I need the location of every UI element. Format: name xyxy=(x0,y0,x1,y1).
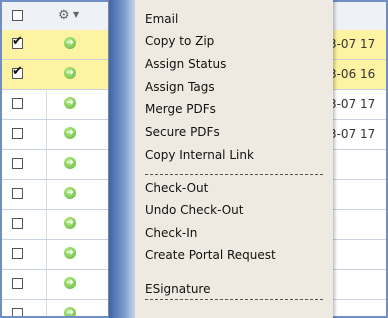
menu-item-secure-pdfs[interactable]: Secure PDFs xyxy=(145,122,325,142)
row-checkbox[interactable] xyxy=(12,98,23,109)
row-checkbox[interactable]: ✔ xyxy=(12,34,23,49)
menu-item-copy-to-zip[interactable]: Copy to Zip xyxy=(145,31,325,51)
row-checkbox[interactable] xyxy=(12,248,23,259)
row-checkbox[interactable] xyxy=(12,308,23,316)
menu-side-strip xyxy=(109,0,135,318)
open-arrow-icon[interactable]: ➜ xyxy=(64,37,76,49)
row-checkbox[interactable] xyxy=(12,218,23,229)
menu-item-create-portal-request[interactable]: Create Portal Request xyxy=(145,245,325,265)
menu-item-check-out[interactable]: Check-Out xyxy=(145,178,325,198)
menu-separator xyxy=(145,299,323,300)
select-all-checkbox[interactable] xyxy=(12,10,23,21)
menu-item-merge-pdfs[interactable]: Merge PDFs xyxy=(145,99,325,119)
open-arrow-icon[interactable]: ➜ xyxy=(64,187,76,199)
open-arrow-icon[interactable]: ➜ xyxy=(64,247,76,259)
menu-separator xyxy=(145,174,323,175)
open-arrow-icon[interactable]: ➜ xyxy=(64,157,76,169)
open-arrow-icon[interactable]: ➜ xyxy=(64,97,76,109)
menu-item-copy-internal-link[interactable]: Copy Internal Link xyxy=(145,145,325,165)
menu-item-undo-check-out[interactable]: Undo Check-Out xyxy=(145,200,325,220)
chevron-down-icon[interactable]: ▼ xyxy=(73,10,79,19)
row-checkbox[interactable] xyxy=(12,128,23,139)
menu-item-assign-status[interactable]: Assign Status xyxy=(145,54,325,74)
menu-item-assign-tags[interactable]: Assign Tags xyxy=(145,77,325,97)
row-checkbox[interactable] xyxy=(12,158,23,169)
menu-item-esignature[interactable]: ESignature xyxy=(145,279,325,299)
row-checkbox[interactable] xyxy=(12,188,23,199)
menu-item-email[interactable]: Email xyxy=(145,9,325,29)
open-arrow-icon[interactable]: ➜ xyxy=(64,217,76,229)
checkmark-icon: ✔ xyxy=(12,34,23,49)
row-checkbox[interactable]: ✔ xyxy=(12,64,23,79)
menu-item-check-in[interactable]: Check-In xyxy=(145,223,325,243)
open-arrow-icon[interactable]: ➜ xyxy=(64,277,76,289)
open-arrow-icon[interactable]: ➜ xyxy=(64,67,76,79)
row-checkbox[interactable] xyxy=(12,278,23,289)
open-arrow-icon[interactable]: ➜ xyxy=(64,307,76,316)
checkmark-icon: ✔ xyxy=(12,64,23,79)
open-arrow-icon[interactable]: ➜ xyxy=(64,127,76,139)
gear-icon[interactable]: ⚙ xyxy=(58,8,70,23)
context-menu: Email Copy to Zip Assign Status Assign Tags… xyxy=(108,0,333,318)
